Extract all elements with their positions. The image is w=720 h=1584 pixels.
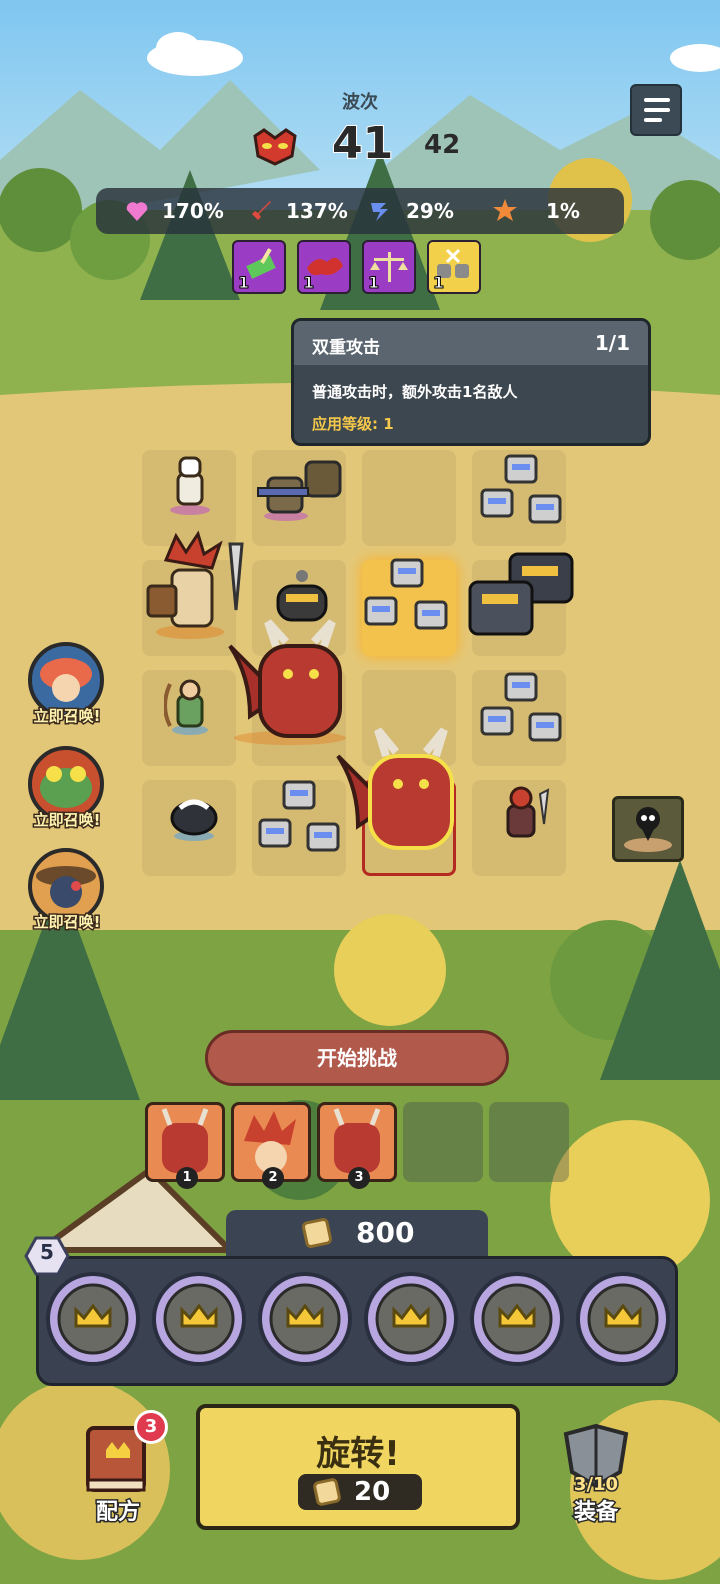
stat-crit: 1%	[492, 188, 580, 234]
summon-ninja-hero-button[interactable]: 立即召唤!	[26, 846, 106, 933]
boss-mask-icon	[253, 128, 297, 166]
buff-card-blood[interactable]: 1	[297, 240, 351, 294]
slot-level-value: 5	[40, 1240, 54, 1264]
skull-pin-icon	[624, 807, 672, 852]
gold-scroll-icon	[313, 1478, 341, 1506]
speed-icon	[371, 203, 388, 221]
unit-red-dragon-selected[interactable]	[328, 722, 468, 856]
recipe-slot-1[interactable]: 1	[145, 1102, 225, 1189]
summon-mushroom-hero-button[interactable]: 立即召唤!	[26, 640, 106, 727]
spin-slot[interactable]	[256, 1270, 354, 1368]
unit-badger[interactable]	[166, 792, 222, 842]
heart-icon	[126, 202, 148, 221]
summon-frog-hero-button[interactable]: 立即召唤!	[26, 744, 106, 831]
equipment-label: 装备	[572, 1499, 619, 1527]
sword-icon	[252, 201, 271, 220]
stat-attack: 137%	[248, 188, 348, 234]
wave-next-number: 42	[424, 130, 461, 160]
unit-chef[interactable]	[160, 452, 220, 516]
spin-slot[interactable]	[468, 1270, 566, 1368]
unit-gunners[interactable]	[252, 446, 352, 522]
spin-cost: 20	[298, 1474, 422, 1510]
unit-archer[interactable]	[164, 676, 218, 736]
grid-cell[interactable]	[362, 450, 456, 546]
tooltip-description: 普通攻击时，额外攻击1名敌人	[312, 383, 518, 401]
stats-bar: 170% 137% 29% 1%	[96, 188, 624, 234]
equipment-count: 3/10	[572, 1473, 619, 1497]
unit-heavy-tank[interactable]	[464, 546, 582, 642]
spin-slot[interactable]	[574, 1270, 672, 1368]
spin-label: 旋转!	[316, 1434, 400, 1474]
wave-label: 波次	[342, 92, 378, 113]
unit-robot-squad[interactable]	[476, 664, 568, 760]
spin-slot[interactable]	[362, 1270, 460, 1368]
gold-amount: 800	[356, 1216, 415, 1249]
tooltip-applied-level: 应用等级: 1	[312, 415, 394, 433]
buff-card-scale[interactable]: 1	[362, 240, 416, 294]
start-challenge-button[interactable]: 开始挑战	[205, 1030, 509, 1086]
spin-button[interactable]: 旋转! 20	[196, 1404, 520, 1530]
recipe-slot-3[interactable]: 3	[317, 1102, 397, 1189]
spin-slot[interactable]	[150, 1270, 248, 1368]
tooltip-count: 1/1	[594, 331, 630, 355]
menu-button[interactable]	[630, 84, 682, 136]
stat-speed: 29%	[368, 188, 454, 234]
recipe-slot-5[interactable]	[489, 1102, 569, 1182]
recipe-book-label: 配方	[94, 1499, 141, 1527]
tooltip-title: 双重攻击	[312, 338, 380, 358]
buff-card-money[interactable]: 1	[232, 240, 286, 294]
recipe-slot-2[interactable]: 2	[231, 1102, 311, 1189]
buff-card-double-attack[interactable]: 1	[427, 240, 481, 294]
unit-robot-squad[interactable]	[476, 446, 568, 542]
spin-slot[interactable]	[44, 1270, 142, 1368]
stat-hp: 170%	[124, 188, 224, 234]
buff-tooltip: 双重攻击 1/1 普通攻击时，额外攻击1名敌人 应用等级: 1	[291, 318, 651, 446]
spin-cost-value: 20	[354, 1477, 391, 1507]
unit-robot-squad-upgraded[interactable]	[358, 546, 458, 646]
gold-scroll-icon	[302, 1218, 332, 1248]
enemy-spawn-button[interactable]	[612, 796, 684, 862]
crit-icon	[493, 199, 517, 221]
unit-mecha-pod[interactable]	[272, 566, 332, 622]
unit-swordsman[interactable]	[496, 784, 558, 844]
recipe-badge: 3	[134, 1410, 168, 1444]
recipe-slot-4[interactable]	[403, 1102, 483, 1182]
